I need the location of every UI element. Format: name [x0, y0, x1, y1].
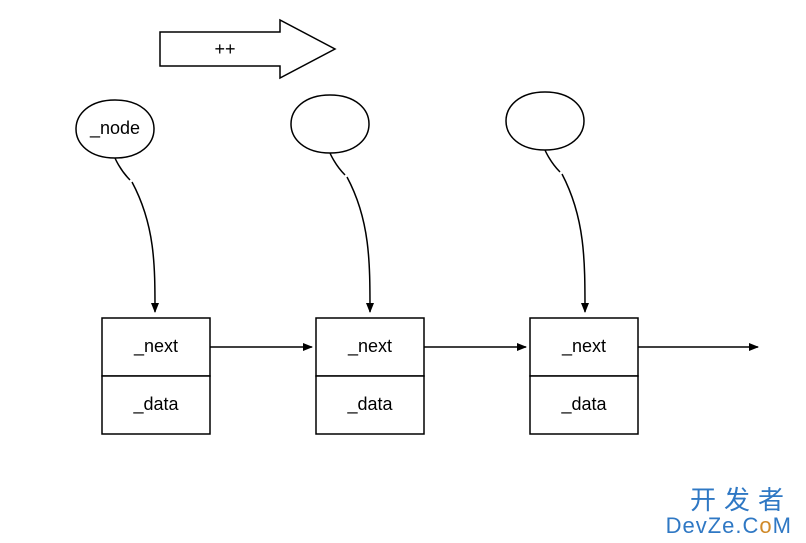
bubble-1-label: _node — [89, 118, 140, 139]
pointer-arrow-3 — [562, 174, 585, 312]
bubble-2 — [291, 95, 369, 175]
operator-label: ++ — [214, 39, 235, 59]
watermark: 开发者 DevZe.CoM — [666, 487, 792, 537]
node-1: _next _data — [102, 318, 210, 434]
node-1-data-label: _data — [132, 394, 179, 415]
watermark-line2: DevZe.CoM — [666, 514, 792, 537]
diagram-canvas: ++ _node _next _data _next _data _next _… — [0, 0, 806, 543]
bubble-1: _node — [76, 100, 154, 180]
node-3-data-label: _data — [560, 394, 607, 415]
node-2: _next _data — [316, 318, 424, 434]
node-3-next-label: _next — [561, 336, 606, 357]
node-3: _next _data — [530, 318, 638, 434]
node-2-data-label: _data — [346, 394, 393, 415]
node-1-next-label: _next — [133, 336, 178, 357]
watermark-line1: 开发者 — [666, 487, 792, 514]
pointer-arrow-1 — [132, 182, 155, 312]
pointer-arrow-2 — [347, 177, 370, 312]
bubble-3 — [506, 92, 584, 172]
node-2-next-label: _next — [347, 336, 392, 357]
increment-arrow: ++ — [160, 20, 335, 78]
